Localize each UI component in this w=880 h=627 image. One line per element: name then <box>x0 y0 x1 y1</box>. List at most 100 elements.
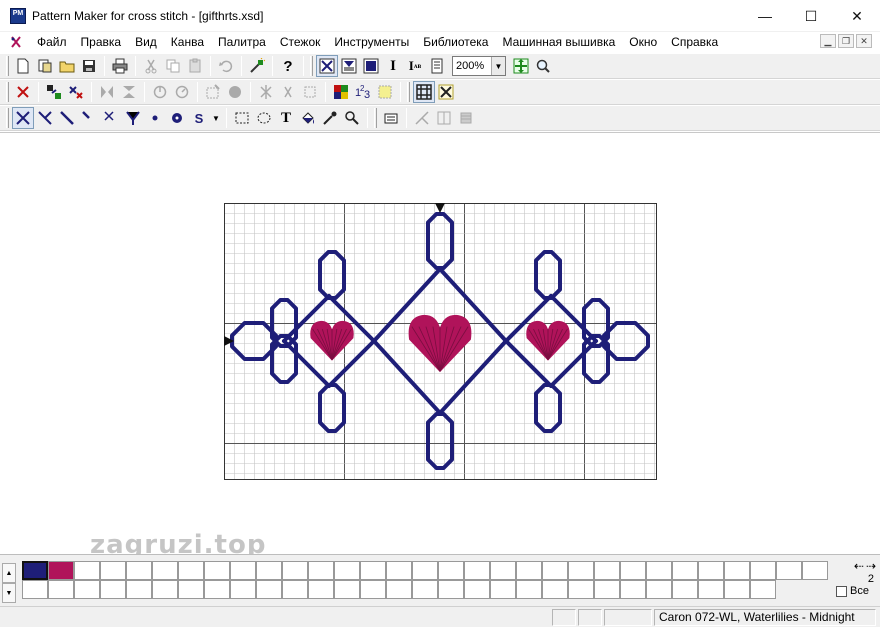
palette-swatch[interactable] <box>22 561 48 580</box>
specialty-stitch-icon[interactable]: S <box>188 107 210 129</box>
text-tool-icon[interactable]: I <box>382 55 404 77</box>
palette-swatch[interactable] <box>568 561 594 580</box>
view-color-squares-icon[interactable] <box>360 55 382 77</box>
palette-swatch[interactable] <box>620 580 646 599</box>
palette-swatch[interactable] <box>490 580 516 599</box>
full-stitch-icon[interactable] <box>12 107 34 129</box>
app-icon[interactable]: PM <box>10 7 26 24</box>
palette-swatch[interactable] <box>490 561 516 580</box>
bead-icon[interactable] <box>166 107 188 129</box>
arrow-right-icon[interactable]: ⇢ <box>866 559 876 573</box>
mirror-half-icon[interactable] <box>277 81 299 103</box>
split-stitch-icon[interactable] <box>411 107 433 129</box>
print-icon[interactable] <box>109 55 131 77</box>
lasso-select-icon[interactable] <box>253 107 275 129</box>
thread-card-icon[interactable] <box>380 107 402 129</box>
maximize-button[interactable]: ☐ <box>788 0 834 32</box>
menu-library[interactable]: Библиотека <box>416 32 495 52</box>
palette-swatch[interactable] <box>438 561 464 580</box>
palette-swatch[interactable] <box>750 561 776 580</box>
palette-swatch[interactable] <box>724 561 750 580</box>
grid-toggle-icon[interactable] <box>413 81 435 103</box>
menu-file[interactable]: Файл <box>30 32 74 52</box>
palette-swatch[interactable] <box>48 580 74 599</box>
swap-colors-icon[interactable] <box>65 81 87 103</box>
palette-swatch[interactable] <box>360 561 386 580</box>
mdi-minimize-button[interactable]: ▁ <box>820 34 836 48</box>
document-menu-icon[interactable] <box>8 34 24 50</box>
menu-edit[interactable]: Правка <box>74 32 129 52</box>
menu-window[interactable]: Окно <box>622 32 664 52</box>
fill-area-icon[interactable] <box>224 81 246 103</box>
palette-swatch[interactable] <box>282 580 308 599</box>
stitch-grid[interactable] <box>224 203 657 480</box>
zoom-fit-icon[interactable] <box>510 55 532 77</box>
copy-icon[interactable] <box>162 55 184 77</box>
palette-swatch[interactable] <box>594 561 620 580</box>
zoom-select[interactable]: 200% ▼ <box>452 56 506 76</box>
palette-swatch[interactable] <box>282 561 308 580</box>
notes-icon[interactable] <box>426 55 448 77</box>
palette-swatch[interactable] <box>542 580 568 599</box>
palette-swatch[interactable] <box>152 561 178 580</box>
palette-swatch[interactable] <box>74 580 100 599</box>
palette-swatch[interactable] <box>412 580 438 599</box>
palette-swatch[interactable] <box>542 561 568 580</box>
toolbar-grip[interactable] <box>374 108 377 128</box>
quarter-stitch-icon[interactable] <box>78 107 100 129</box>
chevron-down-icon[interactable]: ▼ <box>491 57 505 75</box>
palette-swatch[interactable] <box>256 580 282 599</box>
mirror-icon[interactable] <box>255 81 277 103</box>
menu-tools[interactable]: Инструменты <box>327 32 416 52</box>
minimize-button[interactable]: — <box>742 0 788 32</box>
palette-scroll-down[interactable]: ▼ <box>2 583 16 603</box>
palette-swatch[interactable] <box>412 561 438 580</box>
palette-swatch[interactable] <box>74 561 100 580</box>
paste-icon[interactable] <box>184 55 206 77</box>
undo-icon[interactable] <box>215 55 237 77</box>
palette-swatch[interactable] <box>568 580 594 599</box>
palette-swatch[interactable] <box>178 561 204 580</box>
palette-swatch[interactable] <box>620 561 646 580</box>
flip-horizontal-icon[interactable] <box>96 81 118 103</box>
three-quarter-stitch-icon[interactable] <box>34 107 56 129</box>
menu-machine-embroidery[interactable]: Машинная вышивка <box>495 32 622 52</box>
text-icon[interactable]: T <box>275 107 297 129</box>
menu-view[interactable]: Вид <box>128 32 164 52</box>
palette-swatch[interactable] <box>126 561 152 580</box>
menu-help[interactable]: Справка <box>664 32 725 52</box>
palette-swatch[interactable] <box>646 580 672 599</box>
palette-swatch[interactable] <box>386 580 412 599</box>
palette-swatch[interactable] <box>204 561 230 580</box>
chevron-down-icon[interactable]: ▼ <box>210 107 222 129</box>
open-library-icon[interactable] <box>34 55 56 77</box>
palette-swatch[interactable] <box>516 580 542 599</box>
menu-stitch[interactable]: Стежок <box>273 32 328 52</box>
view-stitches-icon[interactable] <box>316 55 338 77</box>
menu-canvas[interactable]: Канва <box>164 32 211 52</box>
color-palette-icon[interactable] <box>330 81 352 103</box>
palette-swatch[interactable] <box>776 561 802 580</box>
new-file-icon[interactable] <box>12 55 34 77</box>
text-style-icon[interactable]: Iᴀʙ <box>404 55 426 77</box>
palette-swatch[interactable] <box>438 580 464 599</box>
palette-swatch[interactable] <box>100 561 126 580</box>
help-icon[interactable]: ? <box>277 55 299 77</box>
cross-stitch-toggle-icon[interactable] <box>435 81 457 103</box>
french-knot-icon[interactable] <box>144 107 166 129</box>
palette-swatch[interactable] <box>464 580 490 599</box>
palette-swatch[interactable] <box>308 561 334 580</box>
fill-bucket-icon[interactable] <box>297 107 319 129</box>
palette-swatch[interactable] <box>48 561 74 580</box>
palette-swatch[interactable] <box>802 561 828 580</box>
rectangle-select-icon[interactable] <box>231 107 253 129</box>
palette-swatch[interactable] <box>230 580 256 599</box>
split-view-icon[interactable] <box>433 107 455 129</box>
palette-swatch[interactable] <box>126 580 152 599</box>
palette-swatch[interactable] <box>256 561 282 580</box>
palette-swatch[interactable] <box>100 580 126 599</box>
arrow-left-icon[interactable]: ⇠ <box>854 559 864 573</box>
eyedropper-icon[interactable] <box>319 107 341 129</box>
palette-swatch[interactable] <box>178 580 204 599</box>
mdi-restore-button[interactable]: ❐ <box>838 34 854 48</box>
